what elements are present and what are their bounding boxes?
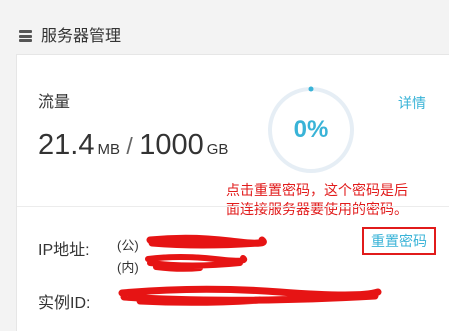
private-ip-redaction (145, 254, 248, 272)
instance-id-label: 实例ID: (38, 295, 91, 312)
reset-password-link[interactable]: 重置密码 (362, 227, 436, 255)
redaction-scribbles (118, 234, 382, 306)
public-ip-redaction (146, 234, 267, 249)
instance-id-redaction (118, 285, 382, 306)
